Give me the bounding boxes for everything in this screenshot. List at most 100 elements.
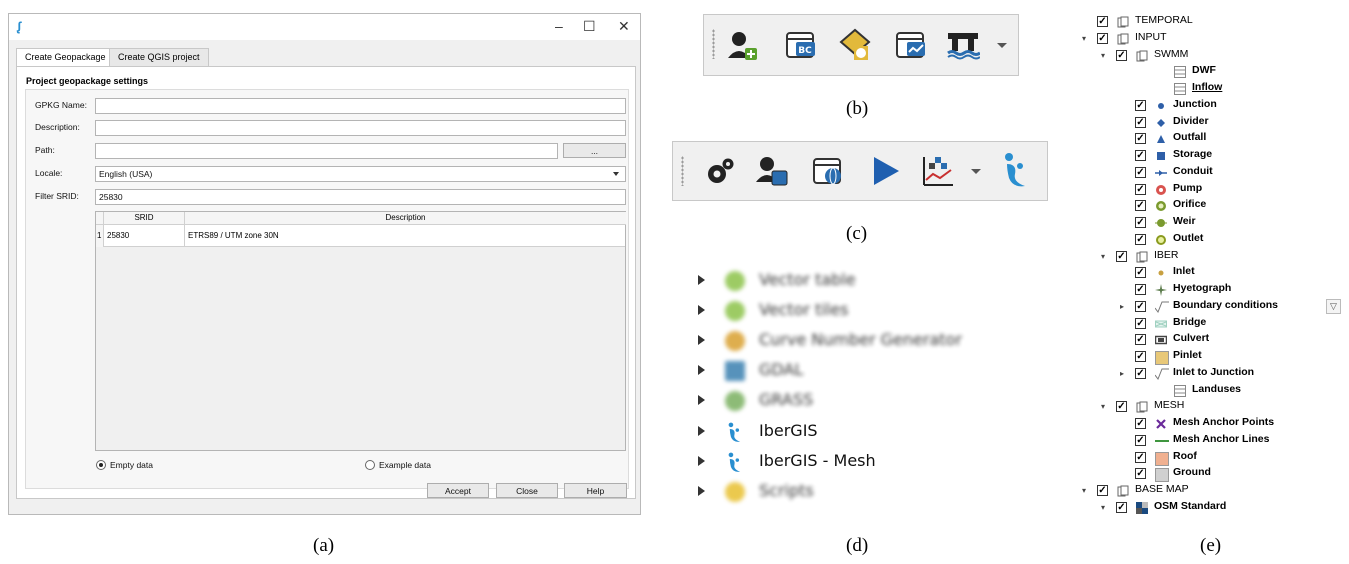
visibility-checkbox[interactable]: ✓ xyxy=(1135,451,1146,463)
list-item[interactable]: Curve Number Generator xyxy=(698,330,998,351)
maximize-button[interactable]: ☐ xyxy=(583,18,596,35)
expand-arrow-icon[interactable] xyxy=(698,456,705,466)
layer-name: Outfall xyxy=(1173,131,1207,144)
list-item[interactable]: IberGIS xyxy=(698,421,998,442)
visibility-checkbox[interactable]: ✓ xyxy=(1097,32,1108,44)
collapse-arrow-icon[interactable]: ▾ xyxy=(1101,51,1105,60)
description-input[interactable] xyxy=(95,120,626,136)
visibility-checkbox[interactable]: ✓ xyxy=(1135,284,1146,295)
expand-arrow-icon[interactable]: ▸ xyxy=(1120,302,1124,311)
visibility-checkbox[interactable]: ✓ xyxy=(1135,434,1146,446)
table-row[interactable]: 1 25830 ETRS89 / UTM zone 30N xyxy=(96,225,625,247)
list-item[interactable]: Vector tiles xyxy=(698,300,998,321)
tab-create-qgis-project[interactable]: Create QGIS project xyxy=(109,48,209,66)
list-item[interactable]: Scripts xyxy=(698,481,998,502)
layer-name: Ground xyxy=(1173,466,1211,479)
close-button[interactable]: Close xyxy=(496,483,558,498)
srid-table[interactable]: SRID Description 1 25830 ETRS89 / UTM zo… xyxy=(95,211,626,451)
table-globe-icon[interactable] xyxy=(811,154,845,188)
accept-button[interactable]: Accept xyxy=(427,483,489,498)
collapse-arrow-icon[interactable]: ▾ xyxy=(1082,34,1086,43)
user-table-icon[interactable] xyxy=(755,154,789,188)
locale-select[interactable]: English (USA) xyxy=(95,166,626,182)
fill-symbol-icon xyxy=(1155,451,1169,466)
visibility-checkbox[interactable]: ✓ xyxy=(1135,166,1146,178)
iber-icon: ᶘ xyxy=(17,19,22,34)
collapse-arrow-icon[interactable]: ▾ xyxy=(1101,402,1105,411)
toolbar-grip[interactable] xyxy=(681,156,684,186)
visibility-checkbox[interactable]: ✓ xyxy=(1135,300,1146,312)
collapse-arrow-icon[interactable]: ▾ xyxy=(1101,252,1105,261)
fill-symbol-icon xyxy=(1155,468,1169,483)
visibility-checkbox[interactable]: ✓ xyxy=(1135,183,1146,195)
expand-arrow-icon[interactable]: ▸ xyxy=(1120,369,1124,378)
visibility-checkbox[interactable]: ✓ xyxy=(1135,418,1146,429)
srid-column-header[interactable]: SRID xyxy=(104,212,185,225)
list-item[interactable]: GRASS xyxy=(698,390,998,411)
visibility-checkbox[interactable]: ✓ xyxy=(1116,49,1127,61)
list-item[interactable]: IberGIS - Mesh xyxy=(698,451,998,472)
play-icon[interactable] xyxy=(869,154,903,188)
visibility-checkbox[interactable]: ✓ xyxy=(1135,116,1146,128)
list-item[interactable]: GDAL xyxy=(698,360,998,381)
visibility-checkbox[interactable]: ✓ xyxy=(1116,250,1127,262)
minimize-button[interactable]: – xyxy=(555,18,563,34)
expand-arrow-icon[interactable] xyxy=(698,486,705,496)
example-data-radio[interactable] xyxy=(365,460,375,470)
expand-arrow-icon[interactable] xyxy=(698,365,705,375)
expand-arrow-icon[interactable] xyxy=(698,275,705,285)
visibility-checkbox[interactable]: ✓ xyxy=(1135,200,1146,212)
visibility-checkbox[interactable]: ✓ xyxy=(1135,150,1146,161)
collapse-arrow-icon[interactable]: ▾ xyxy=(1101,503,1105,512)
filter-srid-input[interactable]: 25830 xyxy=(95,189,626,205)
expand-arrow-icon[interactable] xyxy=(698,335,705,345)
help-button[interactable]: Help xyxy=(564,483,627,498)
visibility-checkbox[interactable]: ✓ xyxy=(1116,501,1127,513)
visibility-checkbox[interactable]: ✓ xyxy=(1135,367,1146,379)
bridge-icon[interactable] xyxy=(946,27,981,61)
table-chart-icon[interactable] xyxy=(894,28,928,62)
visibility-checkbox[interactable]: ✓ xyxy=(1135,133,1146,145)
visibility-checkbox[interactable]: ✓ xyxy=(1135,267,1146,279)
visibility-checkbox[interactable]: ✓ xyxy=(1135,217,1146,228)
layer-name: Hyetograph xyxy=(1173,282,1232,294)
dialog-titlebar: ᶘ – ☐ ✕ xyxy=(9,14,640,40)
chevron-down-icon[interactable] xyxy=(971,169,981,174)
srid-cell[interactable]: 25830 xyxy=(104,225,185,247)
close-window-button[interactable]: ✕ xyxy=(618,18,630,35)
gdal-icon xyxy=(725,361,745,381)
tab-create-geopackage[interactable]: Create Geopackage xyxy=(16,48,115,67)
expand-arrow-icon[interactable] xyxy=(698,426,705,436)
table-bc-icon[interactable]: BC xyxy=(784,28,818,62)
toolbar-grip[interactable] xyxy=(712,29,715,59)
gears-icon[interactable] xyxy=(703,154,737,188)
visibility-checkbox[interactable]: ✓ xyxy=(1097,485,1108,496)
visibility-checkbox[interactable]: ✓ xyxy=(1135,233,1146,245)
square-symbol-icon xyxy=(1155,150,1167,162)
visibility-checkbox[interactable]: ✓ xyxy=(1097,16,1108,27)
visibility-checkbox[interactable]: ✓ xyxy=(1135,351,1146,362)
visibility-checkbox[interactable]: ✓ xyxy=(1135,468,1146,480)
add-user-icon[interactable] xyxy=(726,28,760,62)
empty-data-radio[interactable] xyxy=(96,460,106,470)
iber-logo-icon[interactable] xyxy=(999,152,1033,187)
results-chart-icon[interactable] xyxy=(921,154,955,188)
browse-button[interactable]: ... xyxy=(563,143,626,158)
svg-text:BC: BC xyxy=(798,46,812,56)
visibility-checkbox[interactable]: ✓ xyxy=(1116,401,1127,413)
list-item[interactable]: Vector table xyxy=(698,270,998,291)
path-input[interactable] xyxy=(95,143,558,159)
visibility-checkbox[interactable]: ✓ xyxy=(1135,99,1146,111)
expand-arrow-icon[interactable] xyxy=(698,305,705,315)
visibility-checkbox[interactable]: ✓ xyxy=(1135,334,1146,346)
description-cell[interactable]: ETRS89 / UTM zone 30N xyxy=(185,225,625,247)
chevron-down-icon[interactable] xyxy=(997,43,1007,48)
locale-label: Locale: xyxy=(35,168,63,178)
visibility-checkbox[interactable]: ✓ xyxy=(1135,317,1146,329)
gpkg-name-input[interactable] xyxy=(95,98,626,114)
collapse-arrow-icon[interactable]: ▾ xyxy=(1082,486,1086,495)
layer-star-icon[interactable] xyxy=(838,27,872,61)
filter-icon[interactable]: ▽ xyxy=(1326,299,1341,314)
expand-arrow-icon[interactable] xyxy=(698,395,705,405)
description-column-header[interactable]: Description xyxy=(185,212,626,225)
